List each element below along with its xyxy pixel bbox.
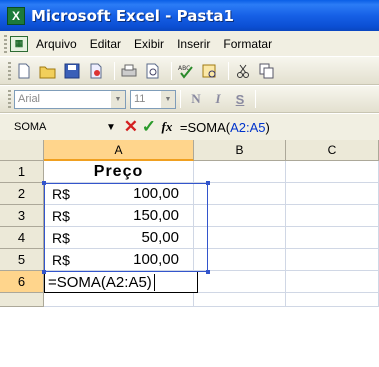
currency-symbol: R$ [52,207,70,224]
cell-c7[interactable] [286,293,379,307]
font-name-value: Arial [18,93,41,105]
formula-prefix: =SOMA( [179,119,231,135]
standard-toolbar: ABC [0,57,379,85]
cell-edit-formula: =SOMA(A2:A5) [48,273,152,291]
cell-a2[interactable]: R$ 100,00 [44,183,194,205]
cell-a5[interactable]: R$ 100,00 [44,249,194,271]
amount-value: 100,00 [133,185,179,202]
cell-b1[interactable] [194,161,286,183]
excel-app-icon[interactable]: X [7,6,25,25]
enter-button[interactable]: ✓ [140,117,158,137]
research-icon[interactable] [200,61,220,81]
menu-exibir[interactable]: Exibir [134,37,164,51]
worksheet-grid: A B C 1 Preço 2 R$ 100,00 3 R$ 150,00 4 … [0,140,379,367]
chevron-down-icon[interactable]: ▼ [161,90,175,108]
cell-b5[interactable] [194,249,286,271]
format-toolbar-grip[interactable] [8,90,11,108]
cancel-button[interactable]: ✕ [122,117,140,137]
window-title: Microsoft Excel - Pasta1 [31,6,234,25]
menu-inserir[interactable]: Inserir [177,37,210,51]
select-all-corner[interactable] [0,140,44,161]
formula-bar: SOMA ▼ ✕ ✓ fx =SOMA(A2:A5) [0,114,379,140]
cell-b4[interactable] [194,227,286,249]
name-box-value: SOMA [14,121,47,133]
menu-arquivo[interactable]: Arquivo [36,37,77,51]
workbook-menu-icon[interactable]: ▦ [10,35,28,52]
cell-c3[interactable] [286,205,379,227]
cell-a1[interactable]: Preço [44,161,194,183]
toolbar-separator [228,61,229,80]
cell-c6[interactable] [286,271,379,293]
row-header-2[interactable]: 2 [0,183,44,205]
formula-range-ref: A2:A5 [230,119,266,135]
text-cursor [153,273,155,291]
toolbar-separator [180,90,181,108]
chevron-down-icon[interactable]: ▼ [111,90,125,108]
cell-b6[interactable] [198,271,286,293]
font-size-value: 11 [134,93,146,105]
column-header-b[interactable]: B [194,140,286,161]
row-header-7[interactable] [0,293,44,307]
menu-grip[interactable] [4,34,7,53]
row-header-3[interactable]: 3 [0,205,44,227]
menu-editar[interactable]: Editar [90,37,121,51]
title-bar: X Microsoft Excel - Pasta1 [0,0,379,31]
cell-c1[interactable] [286,161,379,183]
cell-a7[interactable] [44,293,194,307]
print-preview-icon[interactable] [143,61,163,81]
price-header: Preço [93,162,144,180]
chevron-down-icon[interactable]: ▼ [106,122,116,133]
amount-value: 100,00 [133,251,179,268]
spelling-icon[interactable]: ABC [176,61,196,81]
column-header-c[interactable]: C [286,140,379,161]
currency-symbol: R$ [52,185,70,202]
toolbar-separator [114,61,115,80]
formatting-toolbar: Arial ▼ 11 ▼ N I S [0,86,379,113]
insert-function-button[interactable]: fx [158,117,176,137]
row-header-4[interactable]: 4 [0,227,44,249]
amount-value: 50,00 [141,229,179,246]
menu-formatar[interactable]: Formatar [223,37,272,51]
currency-symbol: R$ [52,229,70,246]
name-box[interactable]: SOMA [2,117,98,138]
cell-b2[interactable] [194,183,286,205]
open-icon[interactable] [38,61,58,81]
permission-icon[interactable] [86,61,106,81]
cell-a3[interactable]: R$ 150,00 [44,205,194,227]
column-header-a[interactable]: A [44,140,194,161]
cell-c2[interactable] [286,183,379,205]
menu-bar: ▦ Arquivo Editar Exibir Inserir Formatar [0,31,379,57]
row-header-5[interactable]: 5 [0,249,44,271]
currency-symbol: R$ [52,251,70,268]
toolbar-separator [171,61,172,80]
font-name-select[interactable]: Arial ▼ [14,89,126,109]
cell-a4[interactable]: R$ 50,00 [44,227,194,249]
row-header-1[interactable]: 1 [0,161,44,183]
copy-icon[interactable] [257,61,277,81]
cell-c5[interactable] [286,249,379,271]
cell-a6-editing[interactable]: =SOMA(A2:A5) [44,271,198,293]
toolbar-separator [255,90,256,108]
toolbar-grip[interactable] [8,61,11,80]
underline-button[interactable]: S [229,89,251,109]
italic-button[interactable]: I [207,89,229,109]
save-icon[interactable] [62,61,82,81]
formula-input[interactable]: =SOMA(A2:A5) [180,120,270,135]
row-header-6[interactable]: 6 [0,271,44,293]
print-icon[interactable] [119,61,139,81]
cut-icon[interactable] [233,61,253,81]
cell-b3[interactable] [194,205,286,227]
font-size-select[interactable]: 11 ▼ [130,89,176,109]
formula-suffix: ) [265,119,270,135]
new-icon[interactable] [14,61,34,81]
cell-b7[interactable] [194,293,286,307]
amount-value: 150,00 [133,207,179,224]
bold-button[interactable]: N [185,89,207,109]
cell-c4[interactable] [286,227,379,249]
